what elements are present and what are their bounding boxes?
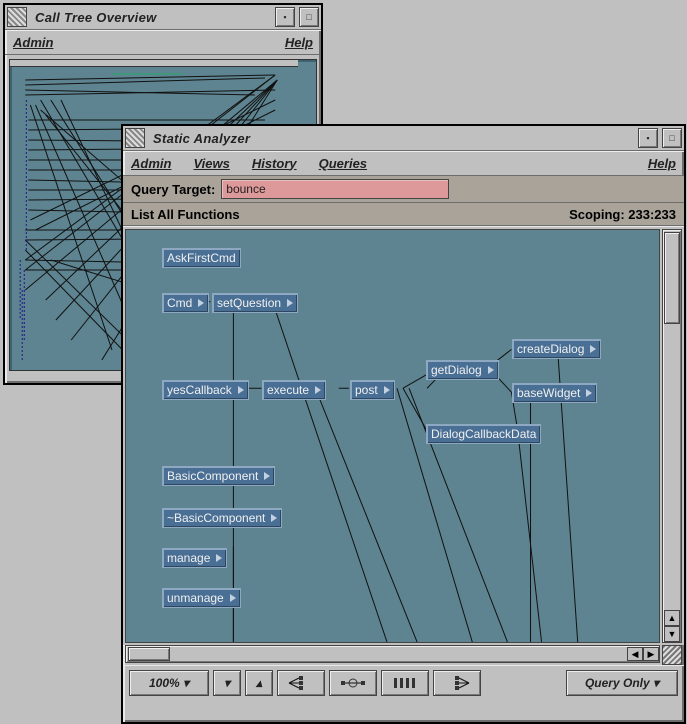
node-basic-component[interactable]: BasicComponent	[162, 466, 275, 486]
expand-icon[interactable]	[230, 594, 236, 602]
layout-columns-button[interactable]	[381, 670, 429, 696]
graph-canvas[interactable]: AskFirstCmd Cmd setQuestion yesCallback …	[125, 229, 660, 643]
menu-views[interactable]: Views	[193, 156, 229, 171]
overview-titlebar[interactable]: Call Tree Overview ▪ □	[5, 5, 321, 30]
scrollbar-thumb[interactable]	[664, 232, 680, 324]
maximize-button[interactable]: □	[299, 7, 319, 27]
node-cmd[interactable]: Cmd	[162, 293, 209, 313]
maximize-button[interactable]: □	[662, 128, 682, 148]
scroll-up-icon[interactable]: ▲	[664, 610, 680, 626]
node-manage[interactable]: manage	[162, 548, 227, 568]
analyzer-titlebar[interactable]: Static Analyzer ▪ □	[123, 126, 684, 151]
expand-icon[interactable]	[315, 386, 321, 394]
scroll-down-icon[interactable]: ▼	[664, 626, 680, 642]
node-set-question[interactable]: setQuestion	[212, 293, 298, 313]
layout-tree-left-button[interactable]	[277, 670, 325, 696]
expand-icon[interactable]	[216, 554, 222, 562]
nav-down-button[interactable]: ▾	[213, 670, 241, 696]
node-get-dialog[interactable]: getDialog	[426, 360, 499, 380]
node-yes-callback[interactable]: yesCallback	[162, 380, 249, 400]
analyzer-title: Static Analyzer	[147, 131, 636, 146]
minimize-button[interactable]: ▪	[275, 7, 295, 27]
expand-icon[interactable]	[384, 386, 390, 394]
overview-title: Call Tree Overview	[29, 10, 273, 25]
menu-history[interactable]: History	[252, 156, 297, 171]
static-analyzer-window: Static Analyzer ▪ □ Admin Views History …	[121, 124, 686, 724]
menu-queries[interactable]: Queries	[319, 156, 367, 171]
node-tilde-basic-component[interactable]: ~BasicComponent	[162, 508, 282, 528]
node-ask-first-cmd[interactable]: AskFirstCmd	[162, 248, 241, 268]
menu-help[interactable]: Help	[648, 156, 676, 171]
overview-menubar: Admin Help	[5, 30, 321, 55]
window-menu-icon[interactable]	[7, 7, 27, 27]
expand-icon[interactable]	[238, 386, 244, 394]
query-only-button[interactable]: Query Only ▾	[566, 670, 678, 696]
overview-menu-admin[interactable]: Admin	[13, 35, 53, 50]
scroll-right-icon[interactable]: ▶	[643, 647, 659, 661]
expand-icon[interactable]	[264, 472, 270, 480]
window-menu-icon[interactable]	[125, 128, 145, 148]
node-execute[interactable]: execute	[262, 380, 326, 400]
node-post[interactable]: post	[350, 380, 395, 400]
analyzer-menubar: Admin Views History Queries Help	[123, 151, 684, 176]
nav-up-button[interactable]: ▴	[245, 670, 273, 696]
zoom-level-button[interactable]: 100% ▾	[129, 670, 209, 696]
scoping-text: Scoping: 233:233	[569, 207, 676, 222]
expand-icon[interactable]	[198, 299, 204, 307]
expand-icon[interactable]	[287, 299, 293, 307]
expand-icon[interactable]	[590, 345, 596, 353]
query-target-input[interactable]	[221, 179, 449, 199]
query-target-label: Query Target:	[131, 182, 215, 197]
menu-admin[interactable]: Admin	[131, 156, 171, 171]
vertical-scrollbar[interactable]: ▲ ▼	[662, 229, 682, 643]
resize-grip-icon[interactable]	[662, 645, 682, 665]
list-bar: List All Functions Scoping: 233:233	[123, 203, 684, 226]
layout-tree-center-button[interactable]	[329, 670, 377, 696]
node-unmanage[interactable]: unmanage	[162, 588, 241, 608]
horizontal-scrollbar[interactable]: ◀ ▶	[125, 645, 660, 663]
layout-tree-right-button[interactable]	[433, 670, 481, 696]
scroll-left-icon[interactable]: ◀	[627, 647, 643, 661]
expand-icon[interactable]	[586, 389, 592, 397]
expand-icon[interactable]	[271, 514, 277, 522]
minimize-button[interactable]: ▪	[638, 128, 658, 148]
node-dialog-callback-data[interactable]: DialogCallbackData	[426, 424, 541, 444]
node-create-dialog[interactable]: createDialog	[512, 339, 601, 359]
expand-icon[interactable]	[488, 366, 494, 374]
list-all-functions-label: List All Functions	[131, 207, 240, 222]
node-base-widget[interactable]: baseWidget	[512, 383, 597, 403]
query-bar: Query Target:	[123, 176, 684, 203]
overview-menu-help[interactable]: Help	[285, 35, 313, 50]
bottom-toolbar: 100% ▾ ▾ ▴ Query Only ▾	[123, 665, 684, 700]
scrollbar-thumb[interactable]	[128, 647, 170, 661]
